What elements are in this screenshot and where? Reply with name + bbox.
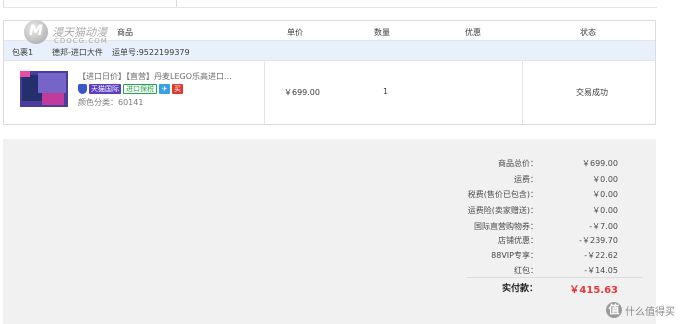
summary-label: 红包： xyxy=(514,266,538,275)
thumbnail-art xyxy=(42,93,64,105)
summary-label: 88VIP专享： xyxy=(491,251,538,260)
bonded-import-badge: 进口保税 xyxy=(123,83,157,94)
total-label: 实付款： xyxy=(501,284,538,294)
column-divider xyxy=(264,61,265,124)
summary-value: -￥7.00 xyxy=(589,222,618,231)
package-carrier: 德邦-进口大件 xyxy=(52,48,103,57)
package-name: 包裹1 xyxy=(12,48,34,57)
summary-label: 国际直营购物券： xyxy=(474,222,538,231)
previous-order-edge xyxy=(0,0,680,8)
summary-row: 国际直营购物券： -￥7.00 xyxy=(3,221,656,232)
table-row: 【进口日价】【直营】丹麦LEGO乐高进口... 天猫国际 进口保税 ✈ 买 颜色… xyxy=(4,61,655,124)
tracking-number[interactable]: 运单号:9522199379 xyxy=(112,47,190,58)
header-discount: 优惠 xyxy=(465,28,481,37)
column-divider xyxy=(522,61,523,124)
watermark-en: CDOCG.COM xyxy=(54,37,108,45)
summary-value: ￥699.00 xyxy=(582,159,618,168)
summary-row: 红包： -￥14.05 xyxy=(3,265,656,276)
summary-label: 店铺优惠： xyxy=(498,236,538,245)
badge-row: 天猫国际 进口保税 ✈ 买 xyxy=(78,83,183,94)
summary-row: 运费险(卖家赠送)： ￥0.00 xyxy=(3,205,656,216)
total-amount: ￥415.63 xyxy=(569,285,618,296)
divider xyxy=(3,7,657,8)
summary-value: -￥14.05 xyxy=(584,266,618,275)
summary-row: 店铺优惠： -￥239.70 xyxy=(3,235,656,246)
tmall-global-badge: 天猫国际 xyxy=(89,83,121,94)
summary-value: -￥239.70 xyxy=(579,236,618,245)
summary-row: 商品总价： ￥699.00 xyxy=(3,158,656,169)
summary-label: 商品总价： xyxy=(498,159,538,168)
header-quantity: 数量 xyxy=(374,28,390,37)
total-row: 实付款： ￥415.63 xyxy=(3,281,656,296)
summary-label: 运费险(卖家赠送)： xyxy=(467,206,538,215)
header-product: 商品 xyxy=(117,28,133,37)
status-text: 交易成功 xyxy=(576,88,608,97)
quantity: 1 xyxy=(383,87,389,96)
product-spec: 颜色分类：60141 xyxy=(78,98,144,107)
watermark-logo-icon: M xyxy=(24,20,48,44)
order-summary: 商品总价： ￥699.00 运费： ￥0.00 税费(售价已包含)： ￥0.00… xyxy=(3,139,656,324)
smzdm-text: 什么值得买 xyxy=(625,306,675,318)
summary-row: 运费： ￥0.00 xyxy=(3,174,656,185)
product-thumbnail[interactable] xyxy=(20,71,68,107)
summary-row: 税费(售价已包含)： ￥0.00 xyxy=(3,189,656,200)
smzdm-logo-icon: 值 xyxy=(606,302,622,318)
divider xyxy=(467,277,643,278)
header-status: 状态 xyxy=(580,28,596,37)
thumbnail-tag xyxy=(20,71,30,77)
summary-value: ￥0.00 xyxy=(592,190,618,199)
product-title-link[interactable]: 【进口日价】【直营】丹麦LEGO乐高进口... xyxy=(78,71,232,82)
smzdm-watermark: 值 什么值得买 xyxy=(606,302,675,318)
watermark-logo-letter: M xyxy=(29,23,43,39)
summary-row: 88VIP专享： -￥22.62 xyxy=(3,250,656,261)
shield-icon xyxy=(78,83,87,94)
red-service-badge: 买 xyxy=(172,83,183,94)
airplane-icon: ✈ xyxy=(159,83,170,94)
header-unit-price: 单价 xyxy=(287,28,303,37)
summary-value: ￥0.00 xyxy=(592,175,618,184)
summary-value: -￥22.62 xyxy=(584,251,618,260)
summary-label: 运费： xyxy=(514,175,538,184)
thumbnail-art xyxy=(38,73,66,93)
unit-price: ￥699.00 xyxy=(284,88,320,97)
summary-label: 税费(售价已包含)： xyxy=(467,190,538,199)
summary-value: ￥0.00 xyxy=(592,206,618,215)
